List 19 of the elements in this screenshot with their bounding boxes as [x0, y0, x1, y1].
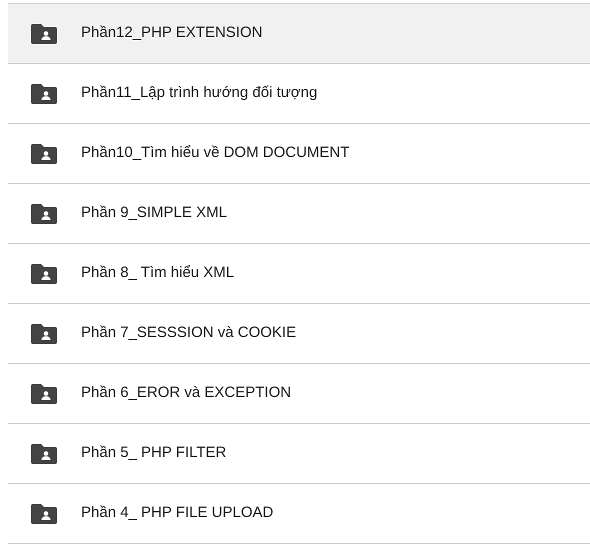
- folder-name: Phần10_Tìm hiểu về DOM DOCUMENT: [81, 143, 350, 164]
- folder-name: Phần 4_ PHP FILE UPLOAD: [81, 503, 274, 524]
- folder-name: Phần11_Lập trình hướng đối tượng: [81, 83, 318, 104]
- folder-name: Phần 7_SESSSION và COOKIE: [81, 323, 296, 344]
- folder-name: Phần 5_ PHP FILTER: [81, 443, 226, 464]
- shared-folder-icon: [31, 264, 57, 284]
- shared-folder-icon: [31, 384, 57, 404]
- shared-folder-icon: [31, 24, 57, 44]
- shared-folder-icon: [31, 504, 57, 524]
- folder-name: Phần12_PHP EXTENSION: [81, 23, 262, 44]
- folder-name: Phần 9_SIMPLE XML: [81, 203, 227, 224]
- folder-name: Phần 8_ Tìm hiểu XML: [81, 263, 234, 284]
- shared-folder-icon: [31, 144, 57, 164]
- folder-row[interactable]: Phần12_PHP EXTENSION: [8, 4, 590, 64]
- shared-folder-icon: [31, 324, 57, 344]
- shared-folder-icon: [31, 84, 57, 104]
- shared-folder-icon: [31, 444, 57, 464]
- shared-folder-icon: [31, 204, 57, 224]
- folder-name: Phần 6_EROR và EXCEPTION: [81, 383, 292, 404]
